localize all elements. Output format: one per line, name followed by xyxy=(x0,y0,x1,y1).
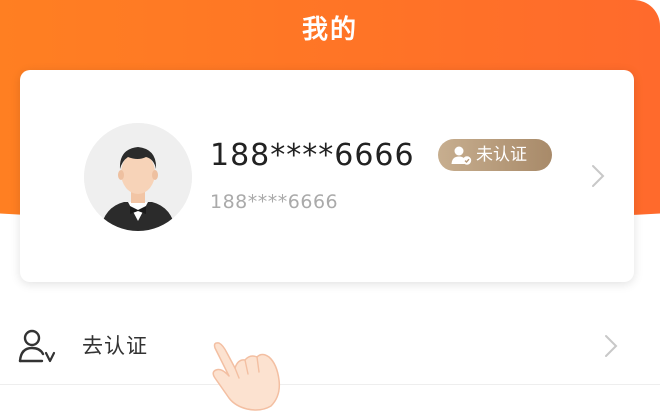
chevron-right-icon[interactable] xyxy=(590,163,606,189)
verify-status-label: 未认证 xyxy=(476,145,527,165)
chevron-right-icon xyxy=(605,335,618,357)
verify-status-badge[interactable]: 未认证 xyxy=(438,139,552,171)
menu-item-label: 去认证 xyxy=(82,334,148,358)
profile-card[interactable]: 188****6666 未认证 188****6666 xyxy=(20,70,634,282)
user-verify-icon xyxy=(451,146,472,165)
user-phone-secondary: 188****6666 xyxy=(210,191,339,213)
user-avatar-icon xyxy=(84,123,192,231)
menu-item-verify[interactable]: 去认证 xyxy=(0,312,660,380)
user-verify-outline-icon xyxy=(18,329,56,363)
divider xyxy=(0,384,660,385)
page-title: 我的 xyxy=(301,15,358,45)
pointing-hand-icon xyxy=(212,342,281,411)
user-phone: 188****6666 xyxy=(210,138,415,173)
